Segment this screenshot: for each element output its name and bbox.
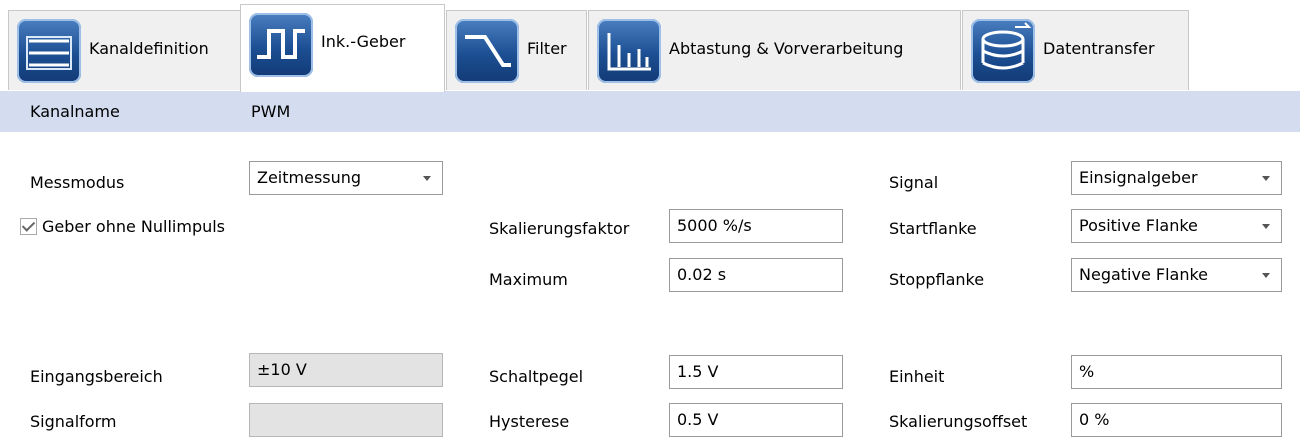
- messmodus-select[interactable]: Zeitmessung: [249, 161, 443, 195]
- stoppflanke-value: Negative Flanke: [1079, 265, 1209, 284]
- hysterese-label: Hysterese: [489, 412, 570, 431]
- skalierungsoffset-input[interactable]: 0 %: [1071, 403, 1282, 437]
- tab-label: Abtastung & Vorverarbeitung: [669, 39, 904, 58]
- tab-kanaldefinition[interactable]: Kanaldefinition: [8, 10, 241, 90]
- einheit-label: Einheit: [889, 367, 945, 386]
- tab-strip: Kanaldefinition Ink.-Geber Filter Abtast…: [0, 0, 1300, 92]
- schaltpegel-value: 1.5 V: [677, 362, 719, 381]
- filter-icon: [455, 19, 519, 83]
- skalierungsoffset-label: Skalierungsoffset: [889, 412, 1028, 431]
- tab-filter[interactable]: Filter: [446, 10, 587, 90]
- signal-select[interactable]: Einsignalgeber: [1071, 161, 1282, 195]
- chevron-down-icon: [1262, 176, 1270, 181]
- skalierungsfaktor-label: Skalierungsfaktor: [489, 219, 630, 238]
- chevron-down-icon: [1262, 224, 1270, 229]
- chevron-down-icon: [1262, 273, 1270, 278]
- schaltpegel-label: Schaltpegel: [489, 367, 584, 386]
- schaltpegel-input[interactable]: 1.5 V: [669, 355, 843, 389]
- sampling-icon: [597, 19, 661, 83]
- einheit-input[interactable]: %: [1071, 355, 1282, 389]
- tab-label: Filter: [527, 39, 567, 58]
- einheit-value: %: [1079, 362, 1095, 381]
- chevron-down-icon: [423, 176, 431, 181]
- eingangsbereich-field: ±10 V: [249, 353, 443, 387]
- tab-ink-geber[interactable]: Ink.-Geber: [240, 4, 445, 92]
- startflanke-label: Startflanke: [889, 219, 977, 238]
- signal-value: Einsignalgeber: [1079, 168, 1198, 187]
- pulse-encoder-icon: [249, 13, 313, 77]
- tab-label: Kanaldefinition: [89, 39, 209, 58]
- hysterese-value: 0.5 V: [677, 410, 719, 429]
- skalierungsoffset-value: 0 %: [1079, 410, 1110, 429]
- maximum-label: Maximum: [489, 270, 568, 289]
- signalform-field: [249, 403, 443, 437]
- startflanke-select[interactable]: Positive Flanke: [1071, 209, 1282, 243]
- geber-ohne-nullimpuls-checkbox[interactable]: [20, 218, 37, 235]
- channel-definition-icon: [17, 19, 81, 83]
- eingangsbereich-label: Eingangsbereich: [30, 367, 163, 386]
- stoppflanke-label: Stoppflanke: [889, 270, 985, 289]
- signal-label: Signal: [889, 173, 939, 192]
- signalform-label: Signalform: [30, 412, 117, 431]
- channel-name-bar: Kanalname PWM: [0, 91, 1300, 132]
- tab-datentransfer[interactable]: Datentransfer: [962, 10, 1189, 90]
- eingangsbereich-value: ±10 V: [257, 360, 307, 379]
- startflanke-value: Positive Flanke: [1079, 216, 1198, 235]
- maximum-input[interactable]: 0.02 s: [669, 258, 843, 292]
- messmodus-value: Zeitmessung: [257, 168, 362, 187]
- stoppflanke-select[interactable]: Negative Flanke: [1071, 258, 1282, 292]
- skalierungsfaktor-input[interactable]: 5000 %/s: [669, 209, 843, 243]
- geber-ohne-nullimpuls-label: Geber ohne Nullimpuls: [42, 217, 226, 236]
- maximum-value: 0.02 s: [677, 265, 727, 284]
- kanalname-value: PWM: [251, 102, 291, 121]
- tab-label: Ink.-Geber: [321, 32, 406, 51]
- tab-abtastung[interactable]: Abtastung & Vorverarbeitung: [588, 10, 961, 90]
- kanalname-label: Kanalname: [30, 102, 120, 121]
- hysterese-input[interactable]: 0.5 V: [669, 403, 843, 437]
- skalierungsfaktor-value: 5000 %/s: [677, 216, 752, 235]
- messmodus-label: Messmodus: [30, 173, 125, 192]
- tab-label: Datentransfer: [1043, 39, 1155, 58]
- data-transfer-icon: [971, 19, 1035, 83]
